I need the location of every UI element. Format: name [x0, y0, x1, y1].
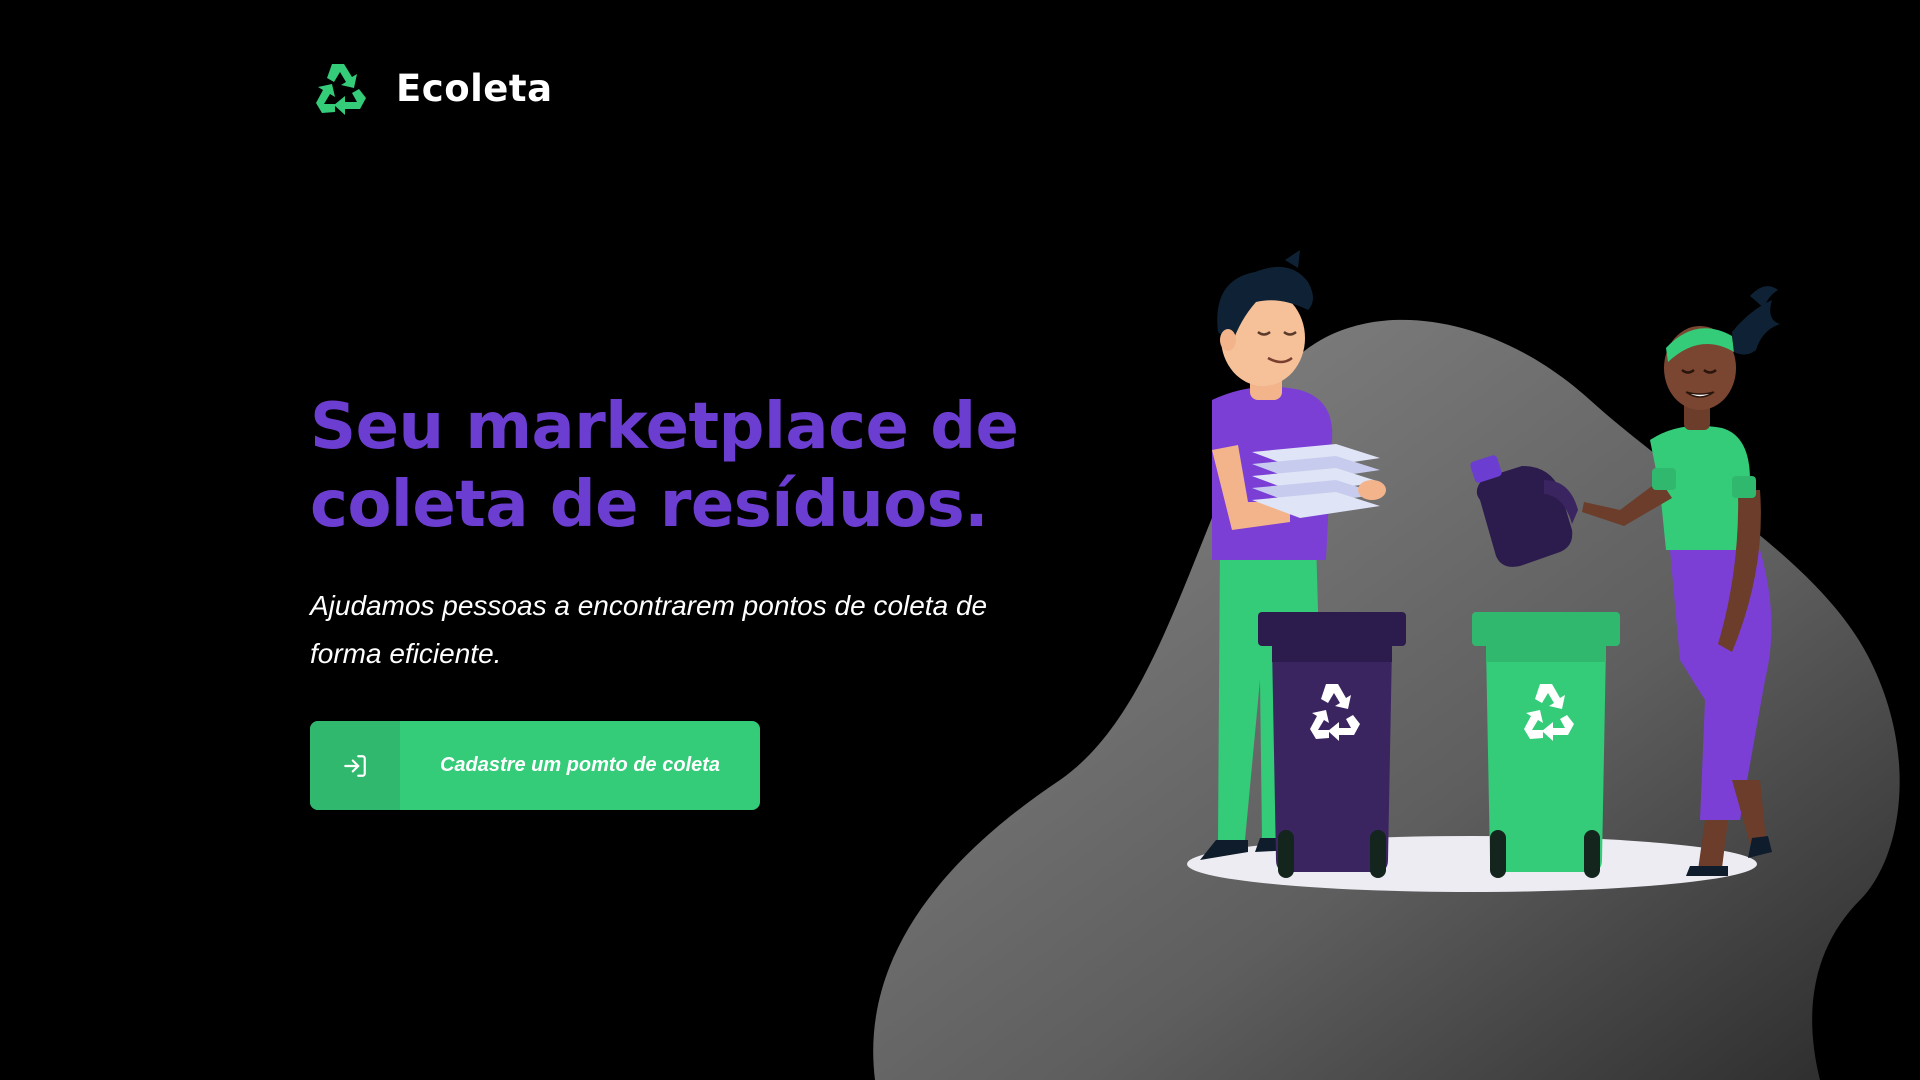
recycle-icon: [316, 64, 366, 115]
paper-stack: [1252, 444, 1380, 518]
header-logo[interactable]: Ecoleta: [310, 58, 553, 118]
brand-name: Ecoleta: [396, 66, 553, 110]
log-in-icon: [344, 754, 366, 777]
cta-icon-box: [310, 721, 400, 810]
cta-label: Cadastre um pomto de coleta: [439, 754, 721, 776]
register-collection-point-button[interactable]: Cadastre um pomto de coleta: [310, 721, 760, 810]
landing-page: Ecoleta Seu marketplace de coleta de res…: [0, 0, 1920, 1080]
dark-recycle-bin: [1258, 612, 1406, 878]
recycling-illustration: [873, 250, 1900, 1080]
green-recycle-bin: [1472, 612, 1620, 878]
